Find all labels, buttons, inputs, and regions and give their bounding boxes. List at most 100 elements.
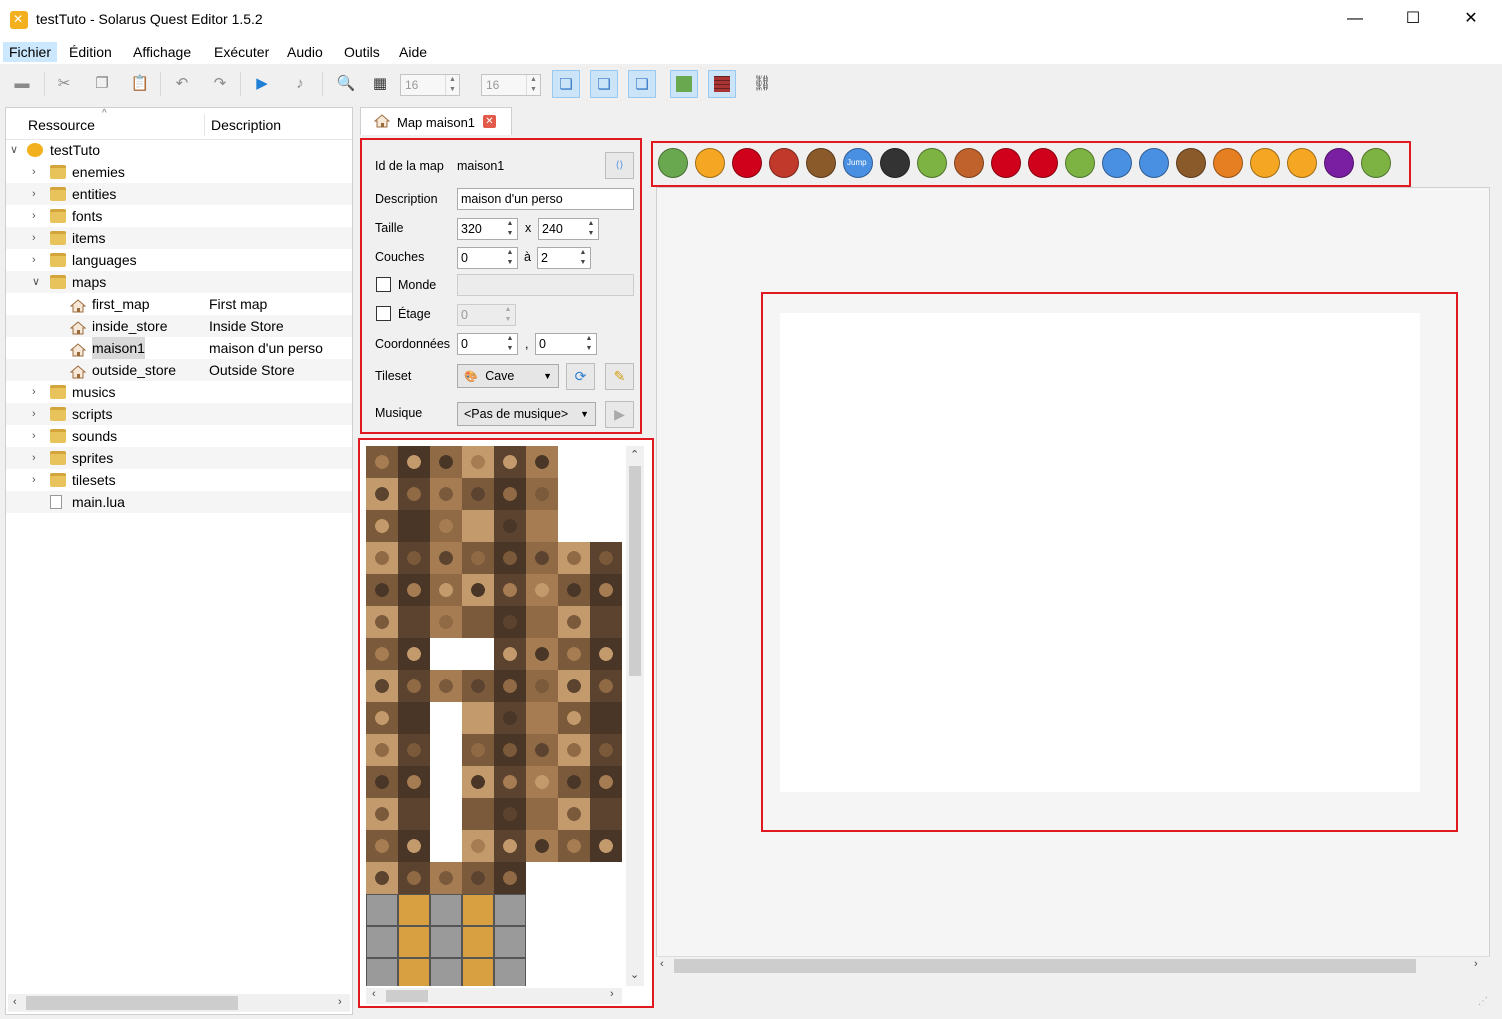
tileset-tile[interactable] xyxy=(398,670,430,702)
tileset-tile[interactable] xyxy=(430,478,462,510)
tileset-tile[interactable] xyxy=(494,478,526,510)
tileset-tile[interactable] xyxy=(366,542,398,574)
music-combobox[interactable]: <Pas de musique> ▼ xyxy=(457,402,596,426)
tileset-tile[interactable] xyxy=(430,574,462,606)
tileset-tile[interactable] xyxy=(462,926,494,958)
tileset-tile[interactable] xyxy=(398,638,430,670)
tileset-tile[interactable] xyxy=(398,702,430,734)
tileset-tile[interactable] xyxy=(526,702,558,734)
tileset-tile[interactable] xyxy=(430,862,462,894)
layers-max-spinbox[interactable]: 2 ▲ ▼ xyxy=(537,247,591,269)
tileset-tile[interactable] xyxy=(430,446,462,478)
tree-item-enemies[interactable]: › enemies xyxy=(6,161,352,183)
teletransporter-icon[interactable] xyxy=(695,148,725,178)
resize-grip-icon[interactable]: ⋰ xyxy=(1478,996,1488,1007)
tileset-tile[interactable] xyxy=(494,766,526,798)
traversable-toggle[interactable] xyxy=(670,70,698,98)
menu-audio[interactable]: Audio xyxy=(281,42,329,62)
size-width-spinbox[interactable]: 320 ▲ ▼ xyxy=(457,218,518,240)
tileset-tile[interactable] xyxy=(494,638,526,670)
tree-item-items[interactable]: › items xyxy=(6,227,352,249)
sensor-icon[interactable] xyxy=(1028,148,1058,178)
tileset-tile[interactable] xyxy=(366,862,398,894)
tileset-tile[interactable] xyxy=(430,926,462,958)
tileset-tile[interactable] xyxy=(558,862,590,894)
tileset-tile[interactable] xyxy=(398,574,430,606)
tileset-tile[interactable] xyxy=(558,446,590,478)
layer-2-toggle[interactable]: ❏ xyxy=(628,70,656,98)
cut-icon[interactable]: ✂ xyxy=(50,70,78,98)
tileset-tile[interactable] xyxy=(558,830,590,862)
tileset-vertical-scrollbar[interactable]: ⌃ ⌄ xyxy=(626,446,644,986)
tileset-tile[interactable] xyxy=(494,734,526,766)
tileset-tile[interactable] xyxy=(494,702,526,734)
tileset-tile[interactable] xyxy=(526,798,558,830)
tileset-tile[interactable] xyxy=(558,638,590,670)
block-icon[interactable] xyxy=(954,148,984,178)
tileset-tile[interactable] xyxy=(526,862,558,894)
tileset-tile[interactable] xyxy=(366,894,398,926)
stairs-icon[interactable] xyxy=(1287,148,1317,178)
tileset-tile[interactable] xyxy=(398,798,430,830)
tileset-tile[interactable] xyxy=(430,766,462,798)
grid-icon[interactable]: ▦ xyxy=(366,70,394,98)
tileset-tile[interactable] xyxy=(462,766,494,798)
tileset-tile[interactable] xyxy=(462,542,494,574)
tileset-tile[interactable] xyxy=(366,830,398,862)
tileset-tile[interactable] xyxy=(590,606,622,638)
tileset-tile[interactable] xyxy=(398,830,430,862)
menu-affichage[interactable]: Affichage xyxy=(127,42,197,62)
tileset-tile[interactable] xyxy=(526,926,558,958)
zoom-icon[interactable]: 🔍 xyxy=(332,70,360,98)
chest-icon[interactable] xyxy=(806,148,836,178)
tileset-tile[interactable] xyxy=(558,926,590,958)
tileset-tile[interactable] xyxy=(462,958,494,986)
shop-treasure-icon[interactable] xyxy=(1176,148,1206,178)
menu-aide[interactable]: Aide xyxy=(393,42,433,62)
edit-tileset-button[interactable]: ✎ xyxy=(605,363,634,390)
tree-item-entities[interactable]: › entities xyxy=(6,183,352,205)
tileset-tile[interactable] xyxy=(526,670,558,702)
menu-edition[interactable]: Édition xyxy=(63,42,118,62)
tileset-tile[interactable] xyxy=(398,478,430,510)
tileset-tile[interactable] xyxy=(462,446,494,478)
chevron-right-icon[interactable]: › xyxy=(32,425,44,447)
tree-item-musics[interactable]: › musics xyxy=(6,381,352,403)
menu-executer[interactable]: Exécuter xyxy=(208,42,275,62)
tree-item-map[interactable]: maison1 maison d'un perso xyxy=(6,337,352,359)
tileset-tile[interactable] xyxy=(398,862,430,894)
tileset-tile[interactable] xyxy=(366,702,398,734)
tileset-tile[interactable] xyxy=(590,638,622,670)
run-icon[interactable]: ▶ xyxy=(248,70,276,98)
tileset-tile[interactable] xyxy=(590,478,622,510)
link-icon[interactable]: ⛓ xyxy=(748,70,776,98)
npc-icon[interactable] xyxy=(917,148,947,178)
chevron-right-icon[interactable]: › xyxy=(32,161,44,183)
tileset-tile[interactable] xyxy=(590,734,622,766)
enemy-icon[interactable] xyxy=(880,148,910,178)
tileset-tile[interactable] xyxy=(558,670,590,702)
chevron-right-icon[interactable]: › xyxy=(32,469,44,491)
refresh-tileset-button[interactable]: ⟳ xyxy=(566,363,595,390)
tileset-tile[interactable] xyxy=(526,830,558,862)
tileset-tile[interactable] xyxy=(494,446,526,478)
tileset-tile[interactable] xyxy=(430,798,462,830)
switch-icon[interactable] xyxy=(991,148,1021,178)
minimize-button[interactable]: — xyxy=(1326,0,1384,40)
tileset-tile[interactable] xyxy=(590,510,622,542)
tileset-tile[interactable] xyxy=(590,862,622,894)
tileset-tile[interactable] xyxy=(398,734,430,766)
tileset-combobox[interactable]: 🎨 Cave ▼ xyxy=(457,364,559,388)
layers-min-spinbox[interactable]: 0 ▲ ▼ xyxy=(457,247,518,269)
chevron-right-icon[interactable]: › xyxy=(32,205,44,227)
tileset-tile[interactable] xyxy=(430,958,462,986)
map-horizontal-scrollbar[interactable]: ‹ › xyxy=(656,956,1490,974)
tileset-tile[interactable] xyxy=(558,510,590,542)
tileset-tile[interactable] xyxy=(366,638,398,670)
tileset-tile[interactable] xyxy=(462,894,494,926)
music-note-icon[interactable]: ♪ xyxy=(286,70,314,98)
tileset-tile[interactable] xyxy=(590,798,622,830)
tileset-tile[interactable] xyxy=(494,894,526,926)
crystal-block-icon[interactable] xyxy=(1324,148,1354,178)
tileset-tile[interactable] xyxy=(430,638,462,670)
